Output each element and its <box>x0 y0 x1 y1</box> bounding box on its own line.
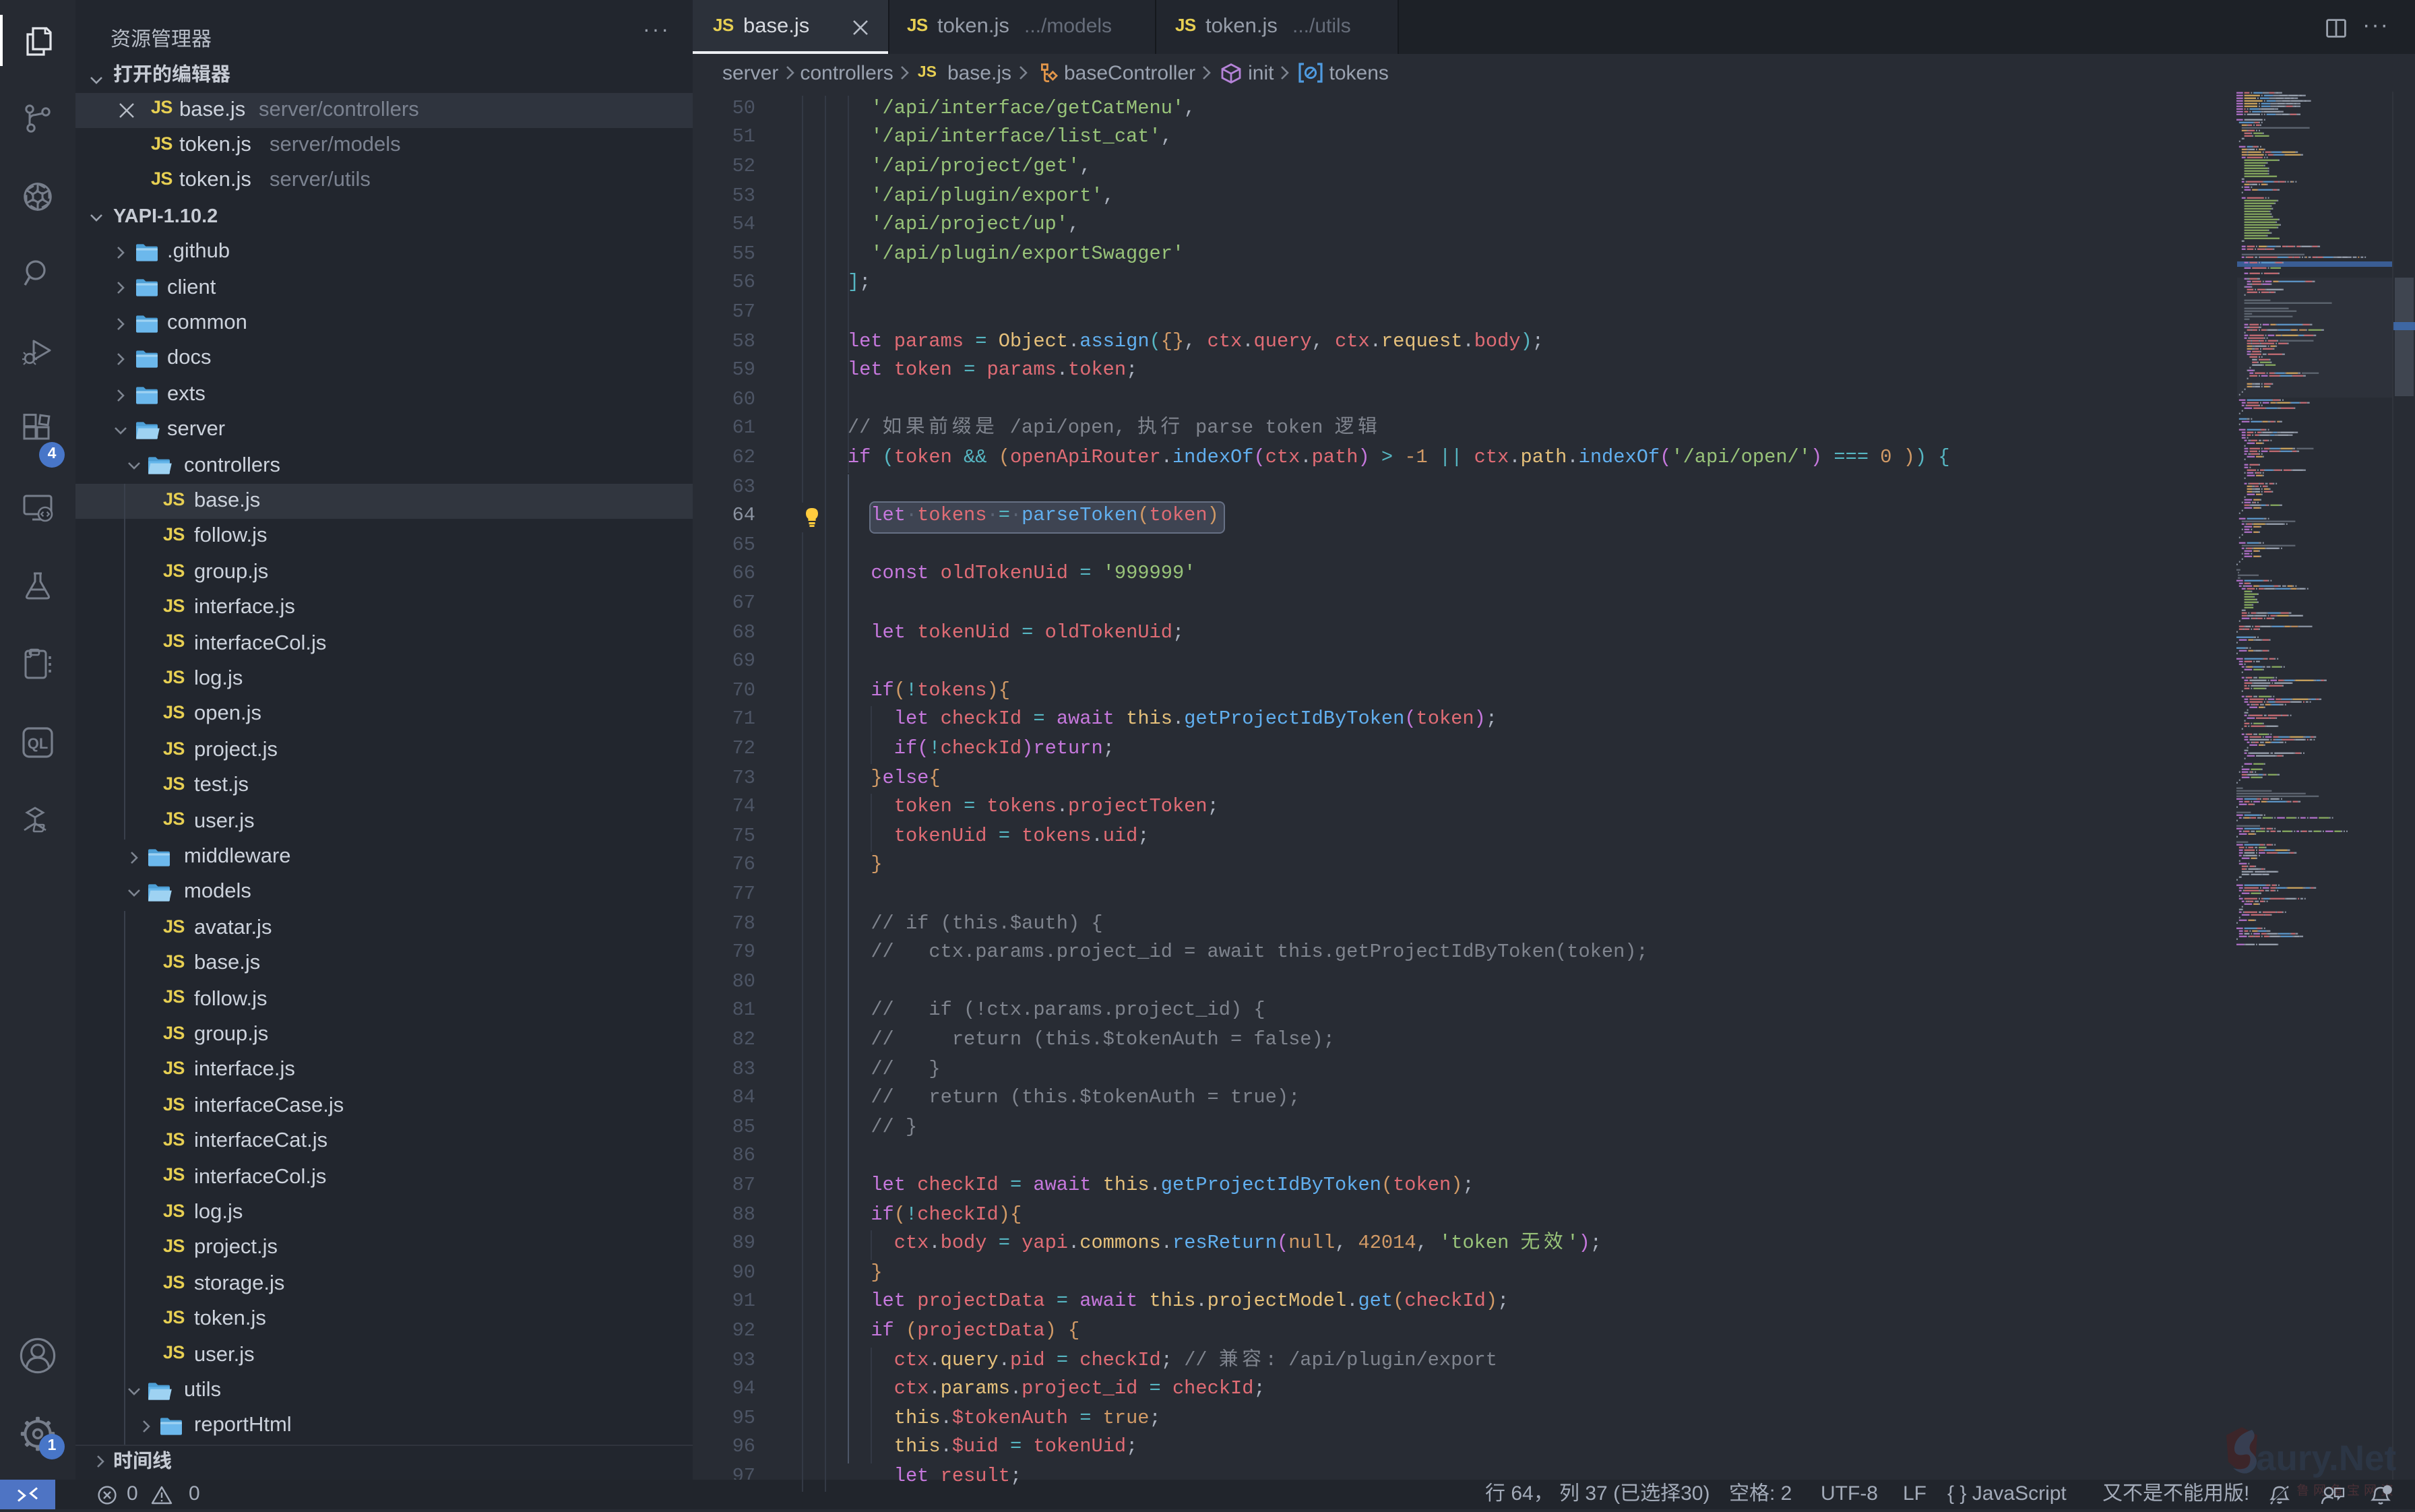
svg-text:aury.Net: aury.Net <box>2256 1439 2396 1478</box>
